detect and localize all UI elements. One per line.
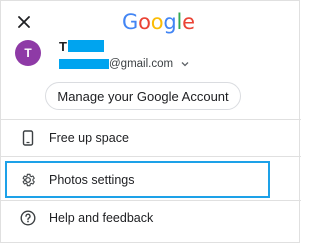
chevron-down-icon [181,61,189,67]
email-redaction [59,59,109,69]
avatar-letter: T [24,46,32,60]
close-button[interactable] [15,13,33,31]
logo-letter: o [138,10,151,34]
logo-letter: e [182,10,195,34]
google-logo: G o o g l e [122,10,195,34]
account-email-switcher[interactable]: @gmail.com [59,57,189,71]
logo-letter: o [150,10,164,34]
avatar[interactable]: T [15,40,41,66]
account-menu-panel: G o o g l e T T @gmail.com Manage your G… [0,0,301,243]
logo-letter: G [122,10,139,34]
account-email-domain: @gmail.com [109,58,174,70]
account-name-initial: T [59,38,67,54]
menu-item-help-feedback[interactable]: Help and feedback [1,201,301,235]
divider [1,119,301,120]
menu-item-label: Help and feedback [49,211,154,225]
highlight-box [5,161,270,198]
manage-account-label: Manage your Google Account [57,88,229,104]
logo-letter: g [163,10,177,34]
account-name: T [59,38,104,54]
menu-item-free-up-space[interactable]: Free up space [1,121,301,155]
menu-item-label: Free up space [49,131,129,145]
divider [1,156,301,157]
close-icon [18,16,30,28]
manage-account-button[interactable]: Manage your Google Account [45,82,241,110]
name-redaction [67,40,104,52]
help-icon [20,210,36,226]
phone-icon [20,130,36,146]
